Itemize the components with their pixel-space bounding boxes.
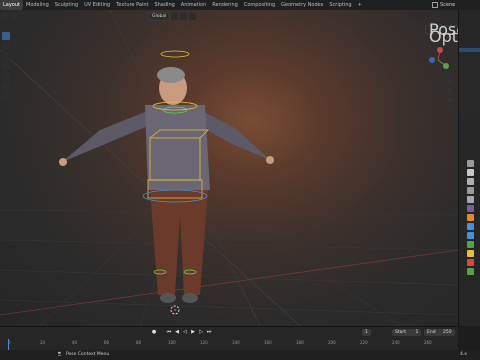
timeline-tick-label: 220 [360,340,368,345]
play-reverse-icon[interactable]: ◁ [182,329,188,335]
proportional-icon[interactable] [189,12,197,20]
timeline-tick-label: 260 [424,340,432,345]
left-arm [62,110,150,162]
pants [150,190,208,295]
right-shoe [182,293,198,303]
outliner-selected-row[interactable] [459,48,480,52]
timeline-tick-label: 80 [136,340,142,345]
status-hint: Pose Context Menu [66,352,110,357]
timeline-tick-label: 100 [168,340,176,345]
timeline-tick-label: 180 [296,340,304,345]
viewport-header: Global [0,10,458,22]
timeline-tick-label: 20 [40,340,46,345]
right-arm [200,110,270,160]
next-keyframe-icon[interactable]: ▷ [198,329,204,335]
end-frame-field[interactable]: End 250 [424,329,455,336]
workspace-tab[interactable]: Shading [151,0,177,10]
shading-material-icon[interactable] [416,12,424,20]
workspace-tab[interactable]: + [355,0,365,10]
modifier-properties-icon[interactable] [466,223,474,230]
workspace-tab[interactable]: UV Editing [81,0,113,10]
playback-controls: ● ⏮ ◀ ◁ ▶ ▷ ⏭ [150,329,213,335]
object-properties-icon[interactable] [466,214,474,221]
timeline-editor[interactable]: ● ⏮ ◀ ◁ ▶ ▷ ⏭ 1 Start 1 End 250 0 20 40 60 8… [0,326,458,351]
world-properties-icon[interactable] [466,205,474,212]
timeline-tick-label: 160 [264,340,272,345]
start-value: 1 [415,330,419,335]
workspace-tab[interactable]: Texture Paint [113,0,151,10]
viewport-nav-buttons[interactable] [446,79,452,112]
snap-icon[interactable] [180,12,188,20]
navigation-gizmo[interactable] [429,47,449,69]
mode-icon[interactable] [10,12,17,20]
bone-constraint-icon[interactable] [466,268,474,275]
hair [157,67,185,83]
3d-cursor-icon [170,305,180,315]
bone-icon[interactable] [466,259,474,266]
particles-icon[interactable] [466,232,474,239]
mouse-icon: 🖱 [58,352,61,357]
workspace-tab[interactable]: Animation [178,0,210,10]
workspace-tab[interactable]: Rendering [209,0,241,10]
timeline-tick-label: 140 [232,340,240,345]
status-bar: 🖱 Pose Context Menu 4.x [0,350,480,360]
timeline-tick-label: 200 [328,340,336,345]
jump-start-icon[interactable]: ⏮ [166,329,172,335]
shading-solid-icon[interactable] [407,12,415,20]
top-bar: Layout Modeling Sculpting UV Editing Texture… [0,0,480,10]
timeline-tick-label: 120 [200,340,208,345]
workspace-tabs: Layout Modeling Sculpting UV Editing Texture… [0,0,365,10]
play-icon[interactable]: ▶ [190,329,196,335]
outliner-area[interactable] [459,48,480,118]
workspace-tab[interactable]: Sculpting [52,0,81,10]
workspace-tab[interactable]: Scripting [326,0,354,10]
start-label: Start [395,330,406,335]
transform-orientation-dropdown[interactable]: Global [148,11,171,21]
timeline-tick-label: 240 [392,340,400,345]
jump-end-icon[interactable]: ⏭ [206,329,212,335]
3d-viewport[interactable] [0,10,458,326]
workspace-tab[interactable]: Modeling [23,0,52,10]
workspace-tab[interactable]: Compositing [241,0,278,10]
render-properties-icon[interactable] [466,169,474,176]
workspace-tab[interactable]: Geometry Nodes [278,0,326,10]
prev-keyframe-icon[interactable]: ◀ [174,329,180,335]
scene-icon [432,2,438,8]
viewport-scene [0,10,458,326]
properties-editor [458,10,480,326]
end-label: End [427,330,436,335]
start-frame-field[interactable]: Start 1 [392,329,422,336]
end-value: 250 [443,330,452,335]
current-frame-field[interactable]: 1 [362,329,371,336]
floor-grid [0,189,458,326]
left-hand [59,158,67,166]
version-label: 4.x [460,352,467,357]
tool-shelf[interactable] [2,32,10,100]
record-icon[interactable]: ● [151,329,157,335]
right-hand [266,156,274,164]
head-control [160,50,190,58]
tool-properties-icon[interactable] [466,160,474,167]
scene-label: Scene [440,2,456,8]
physics-icon[interactable] [466,241,474,248]
timeline-tick-label: 60 [104,340,110,345]
editor-type-icon[interactable] [1,12,8,20]
left-shoe [160,293,176,303]
scene-properties-icon[interactable] [466,196,474,203]
object-data-icon[interactable] [466,250,474,257]
pivot-icon[interactable] [171,12,179,20]
timeline-tick-label: 40 [72,340,78,345]
view-layer-icon[interactable] [466,187,474,194]
scene-selector[interactable]: Scene [432,0,455,10]
output-properties-icon[interactable] [466,178,474,185]
workspace-tab[interactable]: Layout [0,0,23,10]
